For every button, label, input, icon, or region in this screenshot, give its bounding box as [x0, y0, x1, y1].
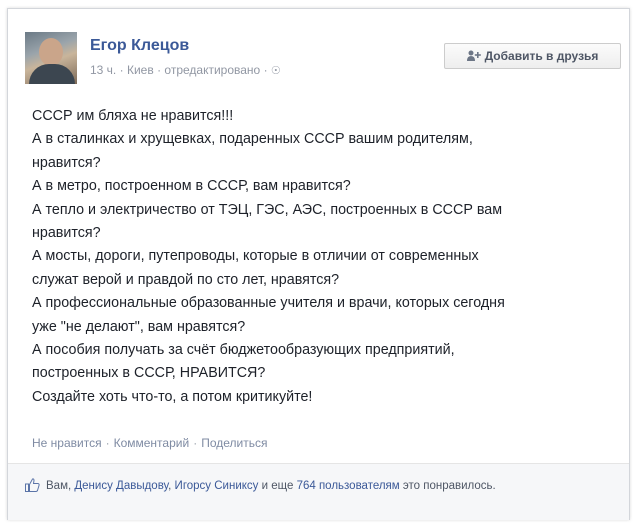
author-name[interactable]: Егор Клецов: [90, 37, 189, 55]
post-line: Создайте хоть что-то, а потом критикуйте…: [32, 388, 313, 405]
unlike-link[interactable]: Не нравится: [32, 436, 102, 450]
likes-count[interactable]: 764: [297, 480, 316, 492]
post-actions: Не нравится · Комментарий · Поделиться: [32, 436, 268, 450]
likes-tail: это понравилось.: [402, 480, 496, 492]
post-line: служат верой и правдой по сто лет, нравя…: [32, 271, 340, 288]
post-line: построенных в СССР, НРАВИТСЯ?: [32, 365, 266, 382]
post-time[interactable]: 13 ч.: [90, 63, 116, 77]
post-line: А тепло и электричество от ТЭЦ, ГЭС, АЭС…: [32, 201, 503, 218]
post-line: А мосты, дороги, путепроводы, которые в …: [32, 248, 479, 265]
share-link[interactable]: Поделиться: [201, 436, 267, 450]
author-avatar[interactable]: [25, 32, 77, 84]
post-line: А в метро, построенном в СССР, вам нрави…: [32, 178, 351, 195]
post-line: нравится?: [32, 154, 101, 171]
liker-link-2[interactable]: Игорсу Синиксу: [175, 480, 259, 492]
add-friend-label: Добавить в друзья: [484, 49, 599, 63]
post-line: СССР им бляха не нравится!!!: [32, 108, 234, 124]
facebook-post-card: Егор Клецов 13 ч. · Киев · отредактирова…: [7, 8, 630, 520]
likes-text: Вам, Денису Давыдову, Игорсу Синиксу и е…: [46, 480, 496, 492]
likes-summary: Вам, Денису Давыдову, Игорсу Синиксу и е…: [8, 463, 629, 520]
likes-and-more: и еще: [261, 480, 294, 492]
thumbs-up-icon: [25, 478, 40, 497]
post-line: А профессиональные образованные учителя …: [32, 295, 505, 312]
post-body: СССР им бляха не нравится!!! А в сталинк…: [32, 105, 622, 409]
globe-icon[interactable]: ☉: [271, 65, 281, 77]
post-meta: 13 ч. · Киев · отредактировано · ☉: [90, 63, 281, 77]
likes-users-link[interactable]: пользователям: [319, 480, 400, 492]
add-friend-button[interactable]: Добавить в друзья: [444, 43, 621, 69]
post-location[interactable]: Киев: [127, 63, 154, 77]
post-line: А пособия получать за счёт бюджетообразу…: [32, 342, 455, 359]
liker-link-1[interactable]: Денису Давыдову: [74, 480, 168, 492]
likes-you: Вам: [46, 480, 68, 492]
post-line: А в сталинках и хрущевках, подаренных СС…: [32, 131, 473, 148]
post-line: уже "не делают", вам нравятся?: [32, 318, 246, 335]
post-line: нравится?: [32, 225, 101, 242]
edited-label[interactable]: отредактировано: [164, 63, 260, 77]
comment-link[interactable]: Комментарий: [114, 436, 190, 450]
add-friend-icon: [466, 50, 481, 62]
